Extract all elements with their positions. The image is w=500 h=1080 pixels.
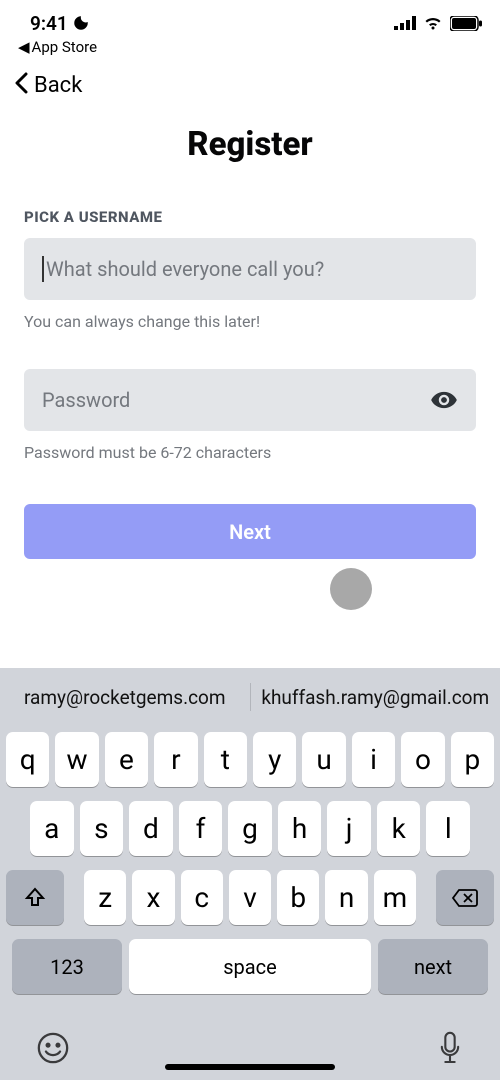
username-label: PICK A USERNAME [24, 208, 476, 226]
key-c[interactable]: c [181, 870, 223, 925]
key-a[interactable]: a [30, 801, 74, 856]
emoji-icon[interactable] [36, 1031, 70, 1069]
back-triangle-icon: ◀ [18, 38, 30, 56]
suggestion-2[interactable]: khuffash.ramy@gmail.com [251, 686, 500, 709]
key-t[interactable]: t [204, 732, 247, 787]
keyboard-suggestions: ramy@rocketgems.com khuffash.ramy@gmail.… [0, 668, 500, 726]
numbers-key[interactable]: 123 [12, 939, 122, 994]
key-y[interactable]: y [253, 732, 296, 787]
shift-key[interactable] [6, 870, 64, 925]
do-not-disturb-icon [72, 14, 90, 32]
key-row-3: z x c v b n m [6, 870, 494, 925]
key-d[interactable]: d [129, 801, 173, 856]
show-password-icon[interactable] [430, 386, 458, 414]
password-helper: Password must be 6-72 characters [24, 443, 476, 462]
status-left: 9:41 [30, 12, 90, 35]
delete-key[interactable] [436, 870, 494, 925]
next-button[interactable]: Next [24, 504, 476, 559]
key-x[interactable]: x [132, 870, 174, 925]
key-k[interactable]: k [377, 801, 421, 856]
microphone-icon[interactable] [436, 1030, 464, 1070]
username-input-wrap[interactable] [24, 238, 476, 300]
home-indicator[interactable] [165, 1064, 335, 1070]
page-title: Register [0, 125, 500, 164]
back-label: Back [34, 73, 82, 98]
key-n[interactable]: n [325, 870, 367, 925]
wifi-icon [423, 16, 443, 31]
key-h[interactable]: h [278, 801, 322, 856]
key-j[interactable]: j [327, 801, 371, 856]
key-row-1: q w e r t y u i o p [6, 732, 494, 787]
key-z[interactable]: z [84, 870, 126, 925]
text-cursor [42, 256, 44, 282]
keyboard-next-key[interactable]: next [378, 939, 488, 994]
key-row-bottom: 123 space next [6, 939, 494, 1002]
key-l[interactable]: l [426, 801, 470, 856]
username-helper: You can always change this later! [24, 312, 476, 331]
username-input[interactable] [42, 257, 458, 281]
chevron-left-icon [14, 72, 30, 99]
key-g[interactable]: g [228, 801, 272, 856]
key-f[interactable]: f [179, 801, 223, 856]
cellular-signal-icon [394, 16, 416, 30]
key-r[interactable]: r [154, 732, 197, 787]
key-e[interactable]: e [105, 732, 148, 787]
app-store-back-link[interactable]: ◀ App Store [0, 36, 500, 62]
status-time: 9:41 [30, 12, 68, 35]
key-u[interactable]: u [302, 732, 345, 787]
password-input-wrap[interactable] [24, 369, 476, 431]
space-key[interactable]: space [129, 939, 371, 994]
key-m[interactable]: m [374, 870, 416, 925]
key-b[interactable]: b [277, 870, 319, 925]
status-right [394, 16, 482, 31]
key-p[interactable]: p [451, 732, 494, 787]
suggestion-1[interactable]: ramy@rocketgems.com [0, 686, 250, 709]
password-input[interactable] [42, 388, 430, 412]
app-store-label: App Store [32, 38, 97, 56]
key-q[interactable]: q [6, 732, 49, 787]
key-row-2: a s d f g h j k l [6, 801, 494, 856]
key-s[interactable]: s [80, 801, 124, 856]
key-w[interactable]: w [55, 732, 98, 787]
key-v[interactable]: v [229, 870, 271, 925]
register-form: PICK A USERNAME You can always change th… [0, 208, 500, 559]
battery-icon [450, 16, 482, 31]
status-bar: 9:41 [0, 0, 500, 36]
keyboard: ramy@rocketgems.com khuffash.ramy@gmail.… [0, 668, 500, 1080]
key-i[interactable]: i [352, 732, 395, 787]
touch-indicator [330, 568, 372, 610]
back-button[interactable]: Back [0, 62, 500, 107]
key-o[interactable]: o [401, 732, 444, 787]
